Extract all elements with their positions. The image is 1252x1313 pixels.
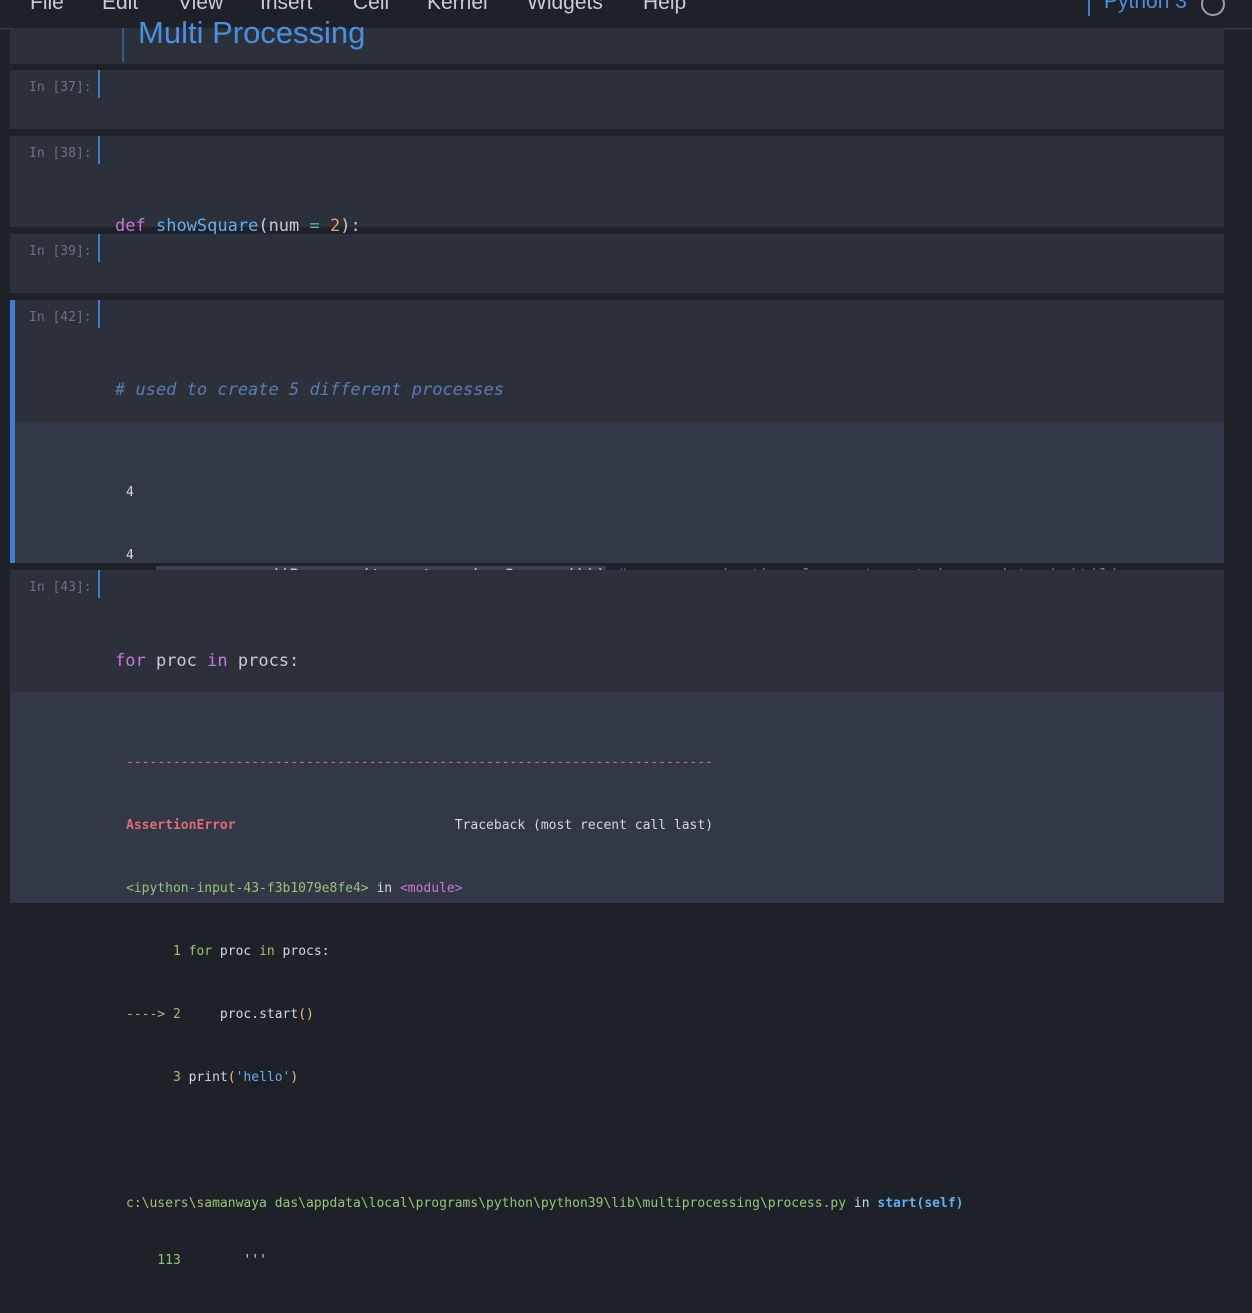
menu-kernel[interactable]: Kernel — [427, 0, 488, 15]
line-marker: 1 — [126, 944, 181, 959]
line-number: 113 — [126, 1253, 181, 1268]
cell-prompt: In [42]: — [29, 310, 92, 325]
input-ref: <ipython-input-43-f3b1079e8fe4> — [126, 881, 369, 896]
line-code: print('hello') — [180, 1070, 299, 1085]
line-code: ''' — [180, 1253, 267, 1268]
menu-widgets[interactable]: Widgets — [527, 0, 603, 15]
markdown-border — [122, 28, 124, 62]
menu-edit[interactable]: Edit — [102, 0, 138, 15]
cell-prompt: In [38]: — [29, 146, 92, 161]
code-cell-37[interactable]: In [37]: from multiprocessing import Pro… — [10, 70, 1224, 170]
line-marker: ----> 2 — [126, 1007, 181, 1022]
line-code: for proc in procs: — [188, 944, 330, 959]
markdown-cell[interactable]: Multi Processing — [10, 15, 1224, 64]
line-code: proc.start() — [180, 1007, 314, 1022]
menu-file[interactable]: File — [30, 0, 64, 15]
cell-output: ----------------------------------------… — [10, 692, 1224, 1268]
output-line: 4 — [126, 548, 134, 563]
menu-help[interactable]: Help — [643, 0, 686, 15]
kernel-status-icon — [1201, 0, 1225, 16]
cell-output: 4 4 4 4 4 — [15, 422, 1224, 752]
menu-insert[interactable]: Insert — [260, 0, 313, 15]
cell-prompt: In [37]: — [29, 80, 92, 95]
menu-cell[interactable]: Cell — [353, 0, 389, 15]
start-fn: start(self) — [877, 1196, 964, 1211]
code-cell-38[interactable]: In [38]: def showSquare(num = 2): print(… — [10, 136, 1224, 329]
module-name: <module> — [399, 881, 463, 896]
cell-prompt: In [43]: — [29, 580, 92, 595]
prompt-border — [98, 300, 100, 328]
kernel-indicator[interactable]: Python 3 — [1088, 0, 1252, 16]
output-line: 4 — [126, 485, 134, 500]
traceback-label: Traceback (most recent call last) — [454, 818, 714, 833]
kernel-name: Python 3 — [1104, 0, 1187, 13]
code-cell-43[interactable]: In [43]: for proc in procs: proc.start()… — [10, 570, 1224, 1268]
markdown-heading: Multi Processing — [138, 15, 366, 50]
traceback: ----------------------------------------… — [126, 710, 963, 1313]
prompt-border — [98, 136, 100, 164]
prompt-border — [98, 234, 100, 262]
file-path: c:\users\samanwaya das\appdata\local\pro… — [126, 1196, 847, 1211]
code-cell-42[interactable]: In [42]: # used to create 5 different pr… — [10, 300, 1224, 752]
cell-prompt: In [39]: — [29, 244, 92, 259]
menu-view[interactable]: View — [178, 0, 223, 15]
in-word: in — [376, 881, 393, 896]
code-cell-39[interactable]: In [39]: procs = [ ] # All the list of p… — [10, 234, 1224, 333]
in-word: in — [853, 1196, 870, 1211]
line-marker: 3 — [126, 1070, 181, 1085]
prompt-border — [98, 570, 100, 598]
traceback-dashes: ----------------------------------------… — [126, 755, 713, 770]
prompt-border — [98, 70, 100, 98]
error-name: AssertionError — [126, 818, 236, 833]
